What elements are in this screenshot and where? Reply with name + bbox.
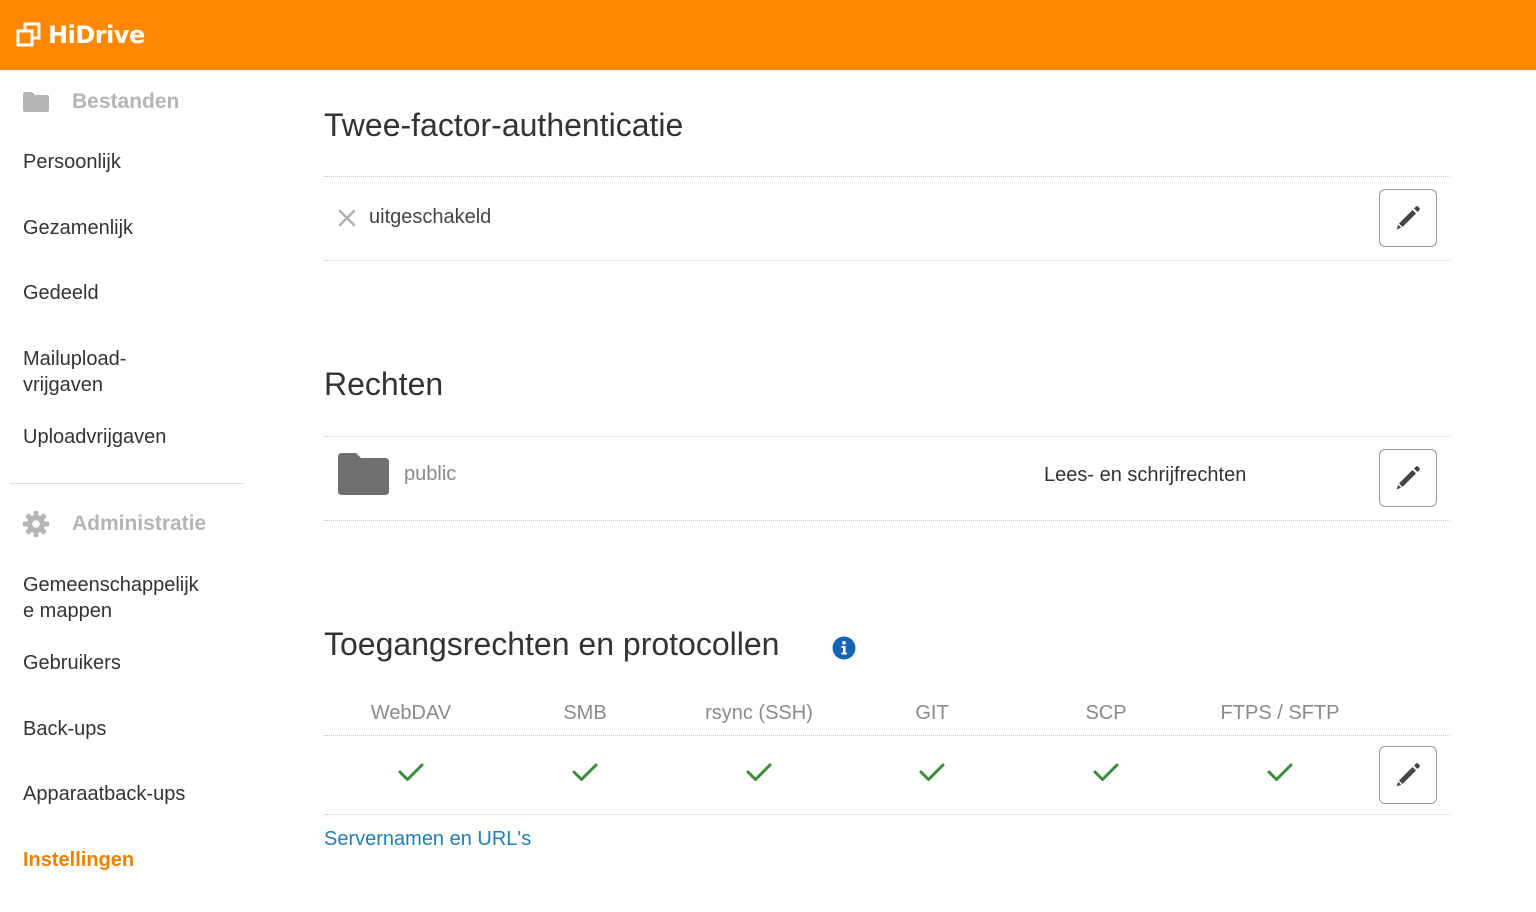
divider <box>324 814 1450 815</box>
sidebar-divider <box>10 483 244 484</box>
check-icon <box>1093 763 1119 781</box>
sidebar-item-mailupload[interactable]: Mailupload- vrijgaven <box>23 346 243 398</box>
check-icon <box>919 763 945 781</box>
admin-section-header[interactable]: Administratie <box>22 510 206 538</box>
protocol-status-rsync <box>672 762 846 782</box>
edit-protocols-button[interactable] <box>1379 746 1437 804</box>
logo-text: HiDrive <box>48 21 145 49</box>
cross-icon <box>338 209 356 226</box>
folder-icon <box>23 92 49 112</box>
protocol-header-git: GIT <box>915 702 949 724</box>
check-icon <box>1267 763 1293 781</box>
folder-name: public <box>404 462 457 485</box>
check-icon <box>398 763 424 781</box>
check-icon <box>746 763 772 781</box>
sidebar-item-gebruikers[interactable]: Gebruikers <box>23 650 243 676</box>
divider <box>324 436 1450 437</box>
hidrive-logo[interactable]: HiDrive <box>16 18 145 52</box>
main-content: Twee-factor-authenticatie uitgeschakeld … <box>324 70 1450 912</box>
files-section-label: Bestanden <box>72 90 180 113</box>
rights-title: Rechten <box>324 366 444 402</box>
info-icon[interactable] <box>832 636 856 660</box>
protocol-status-smb <box>498 762 672 782</box>
folder-row-public[interactable]: public <box>336 452 456 496</box>
sidebar-item-uploadvrijgaven[interactable]: Uploadvrijgaven <box>23 424 243 450</box>
access-title: Toegangsrechten en protocollen <box>324 626 780 662</box>
sidebar-item-apparaatbackups[interactable]: Apparaatback-ups <box>23 781 243 807</box>
folder-icon <box>338 453 389 495</box>
protocol-status-git <box>845 762 1019 782</box>
protocol-status-webdav <box>324 762 498 782</box>
divider <box>324 260 1450 261</box>
sidebar-item-gemeenschappelijke-mappen[interactable]: Gemeenschappelijk e mappen <box>23 572 243 624</box>
edit-rights-button[interactable] <box>1379 449 1437 507</box>
top-bar: HiDrive <box>0 0 1536 70</box>
check-icon <box>572 763 598 781</box>
pencil-icon <box>1396 763 1420 787</box>
hidrive-logo-icon <box>16 22 41 47</box>
server-names-link[interactable]: Servernamen en URL's <box>324 828 531 851</box>
sidebar-item-backups[interactable]: Back-ups <box>23 716 243 742</box>
protocol-header-scp: SCP <box>1085 702 1127 724</box>
divider <box>324 176 1450 177</box>
divider <box>324 735 1450 736</box>
protocol-status-ftps-sftp <box>1193 762 1367 782</box>
protocol-header-rsync: rsync (SSH) <box>705 702 813 724</box>
two-factor-status: uitgeschakeld <box>338 206 491 229</box>
edit-two-factor-button[interactable] <box>1379 189 1437 247</box>
admin-section-label: Administratie <box>72 512 207 535</box>
protocol-header-webdav: WebDAV <box>370 702 452 724</box>
two-factor-title: Twee-factor-authenticatie <box>324 107 684 143</box>
sidebar-item-gedeeld[interactable]: Gedeeld <box>23 280 243 306</box>
files-section-header[interactable]: Bestanden <box>22 90 179 114</box>
pencil-icon <box>1396 206 1420 230</box>
sidebar: Bestanden Persoonlijk Gezamenlijk Gedeel… <box>0 70 260 912</box>
divider <box>324 520 1450 521</box>
sidebar-item-persoonlijk[interactable]: Persoonlijk <box>23 149 243 175</box>
protocol-status-scp <box>1019 762 1193 782</box>
sidebar-item-gezamenlijk[interactable]: Gezamenlijk <box>23 215 243 241</box>
protocol-header-smb: SMB <box>563 702 607 724</box>
gear-icon <box>23 511 49 537</box>
pencil-icon <box>1396 466 1420 490</box>
protocol-header-ftps-sftp: FTPS / SFTP <box>1220 702 1340 724</box>
two-factor-status-text: uitgeschakeld <box>369 206 492 228</box>
sidebar-item-instellingen[interactable]: Instellingen <box>23 847 243 873</box>
permission-text: Lees- en schrijfrechten <box>1044 464 1247 486</box>
